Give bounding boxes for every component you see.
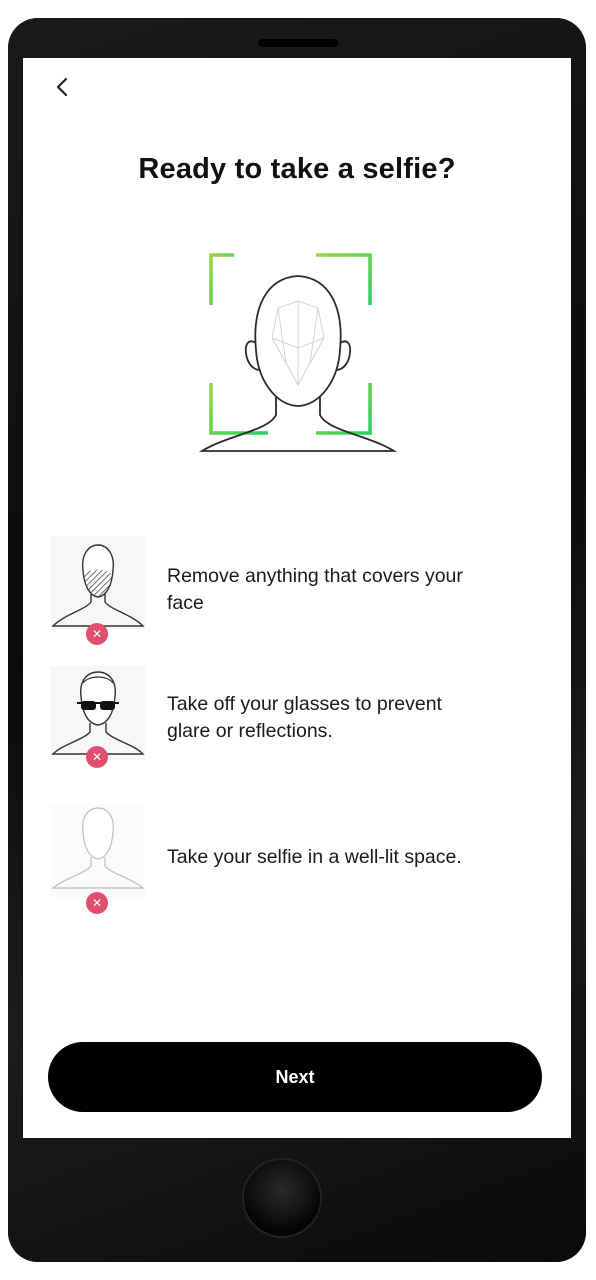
phone-frame: Ready to take a selfie? ✕ Remove anythin… (8, 18, 586, 1262)
tip-line: glare or reflections. (167, 720, 333, 742)
app-screen: Ready to take a selfie? ✕ Remove anythin… (23, 58, 571, 1138)
tip-item: ✕ Take your selfie in a well-lit space. (51, 804, 551, 924)
x-circle-icon: ✕ (86, 892, 108, 914)
tip-line: Remove anything that covers your (167, 565, 463, 587)
face-scan-illustration (198, 253, 398, 452)
next-button[interactable]: Next (48, 1042, 542, 1112)
tip-item: ✕ Remove anything that covers your face (51, 536, 551, 656)
tip-line: Take off your glasses to prevent (167, 693, 442, 715)
tip-line: Take your selfie in a well-lit space. (167, 846, 462, 868)
speaker-grille (258, 39, 338, 47)
tip-line: face (167, 592, 204, 614)
tip-text: Remove anything that covers your face (167, 563, 537, 617)
dim-light-face-icon (51, 804, 145, 898)
page-title: Ready to take a selfie? (138, 153, 456, 185)
tip-text: Take your selfie in a well-lit space. (167, 844, 537, 871)
back-button[interactable] (45, 70, 79, 104)
tip-text: Take off your glasses to prevent glare o… (167, 691, 537, 745)
x-circle-icon: ✕ (86, 746, 108, 768)
chevron-left-icon (56, 77, 68, 97)
tip-item: ✕ Take off your glasses to prevent glare… (51, 666, 551, 786)
home-button[interactable] (242, 1158, 322, 1238)
x-circle-icon: ✕ (86, 623, 108, 645)
face-covered-icon (51, 536, 145, 630)
